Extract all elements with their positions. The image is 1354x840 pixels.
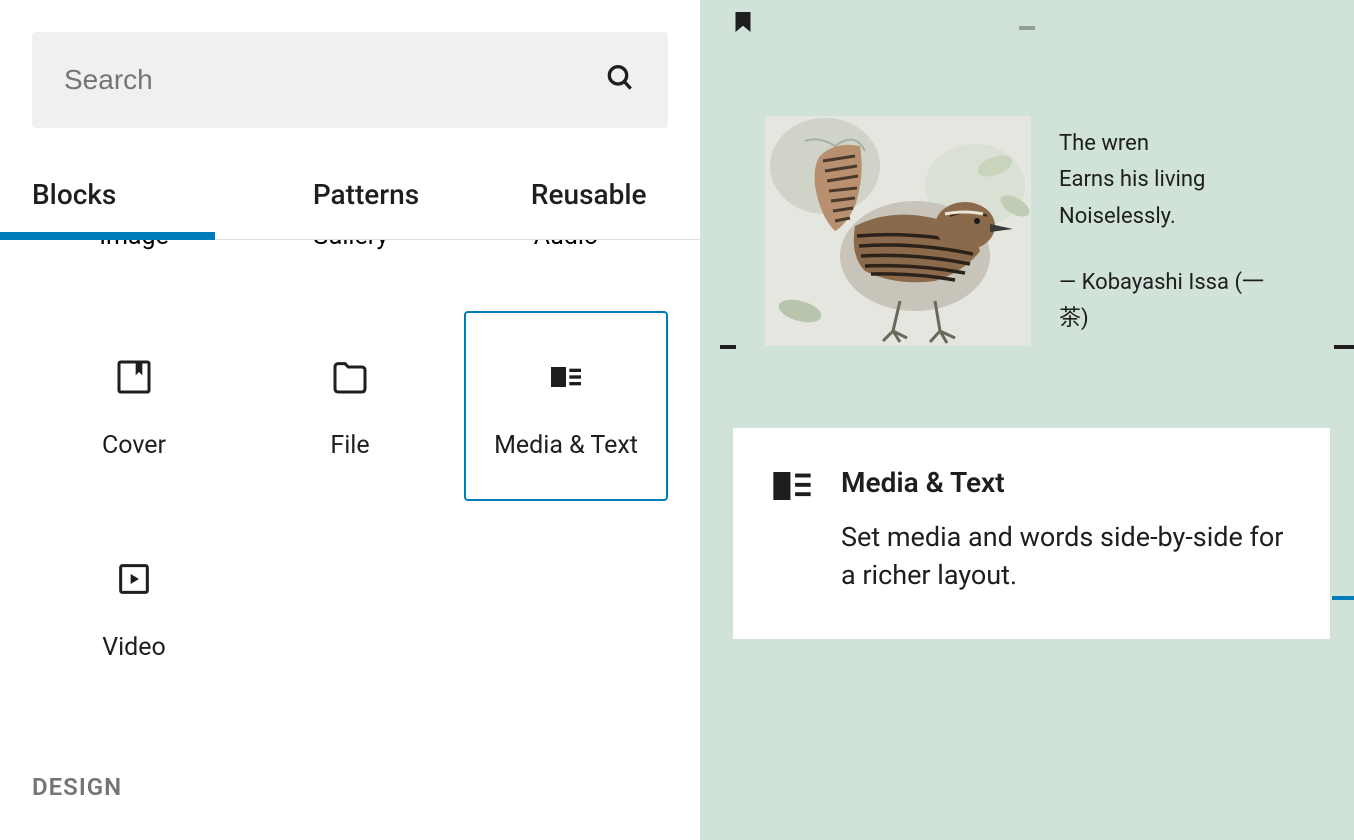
block-label: Video <box>102 633 166 662</box>
block-preview-panel: The wren Earns his living Noiselessly. —… <box>700 0 1354 840</box>
preview-text: The wren Earns his living Noiselessly. —… <box>1059 116 1289 346</box>
resize-handle-top[interactable] <box>1019 26 1035 30</box>
blocks-list: Image Gallery Audio Cover <box>0 240 700 840</box>
media-text-icon <box>546 353 586 401</box>
search-box[interactable] <box>32 32 668 128</box>
bookmark-icon <box>735 12 751 36</box>
poem-attribution: — Kobayashi Issa (一茶) <box>1059 265 1289 338</box>
resize-handle-right[interactable] <box>1334 345 1354 349</box>
search-input[interactable] <box>64 64 604 96</box>
block-item-cover[interactable]: Cover <box>32 311 236 501</box>
block-item-audio[interactable]: Audio <box>464 240 668 251</box>
info-content: Media & Text Set media and words side-by… <box>841 466 1290 595</box>
cover-icon <box>114 353 154 401</box>
block-item-file[interactable]: File <box>248 311 452 501</box>
preview-image <box>765 116 1031 346</box>
block-item-gallery[interactable]: Gallery <box>248 240 452 251</box>
search-container <box>0 0 700 128</box>
video-icon <box>114 555 154 603</box>
block-inserter-panel: Blocks Patterns Reusable Image Gallery A… <box>0 0 700 840</box>
media-text-icon <box>773 466 811 595</box>
resize-handle-left[interactable] <box>720 345 736 349</box>
poem-line: Earns his living <box>1059 162 1289 198</box>
file-icon <box>330 353 370 401</box>
poem-line: Noiselessly. <box>1059 199 1289 235</box>
info-description: Set media and words side-by-side for a r… <box>841 519 1290 595</box>
info-title: Media & Text <box>841 466 1290 499</box>
inserter-tabs: Blocks Patterns Reusable <box>0 156 700 240</box>
tab-patterns[interactable]: Patterns <box>255 156 478 239</box>
search-icon <box>604 62 636 98</box>
block-item-media-text[interactable]: Media & Text <box>464 311 668 501</box>
block-label: Media & Text <box>494 431 638 460</box>
selection-edge-indicator <box>1332 596 1354 600</box>
block-item-video[interactable]: Video <box>32 513 236 703</box>
section-design-header: DESIGN <box>32 773 668 801</box>
tab-reusable[interactable]: Reusable <box>477 156 700 239</box>
block-label: Cover <box>102 431 166 460</box>
block-row-partial: Image Gallery Audio <box>32 240 668 251</box>
block-label: File <box>330 431 369 460</box>
tab-blocks[interactable]: Blocks <box>0 156 255 239</box>
poem-line: The wren <box>1059 126 1289 162</box>
block-info-card: Media & Text Set media and words side-by… <box>733 428 1330 639</box>
media-text-preview: The wren Earns his living Noiselessly. —… <box>765 116 1289 346</box>
block-item-image[interactable]: Image <box>32 240 236 251</box>
